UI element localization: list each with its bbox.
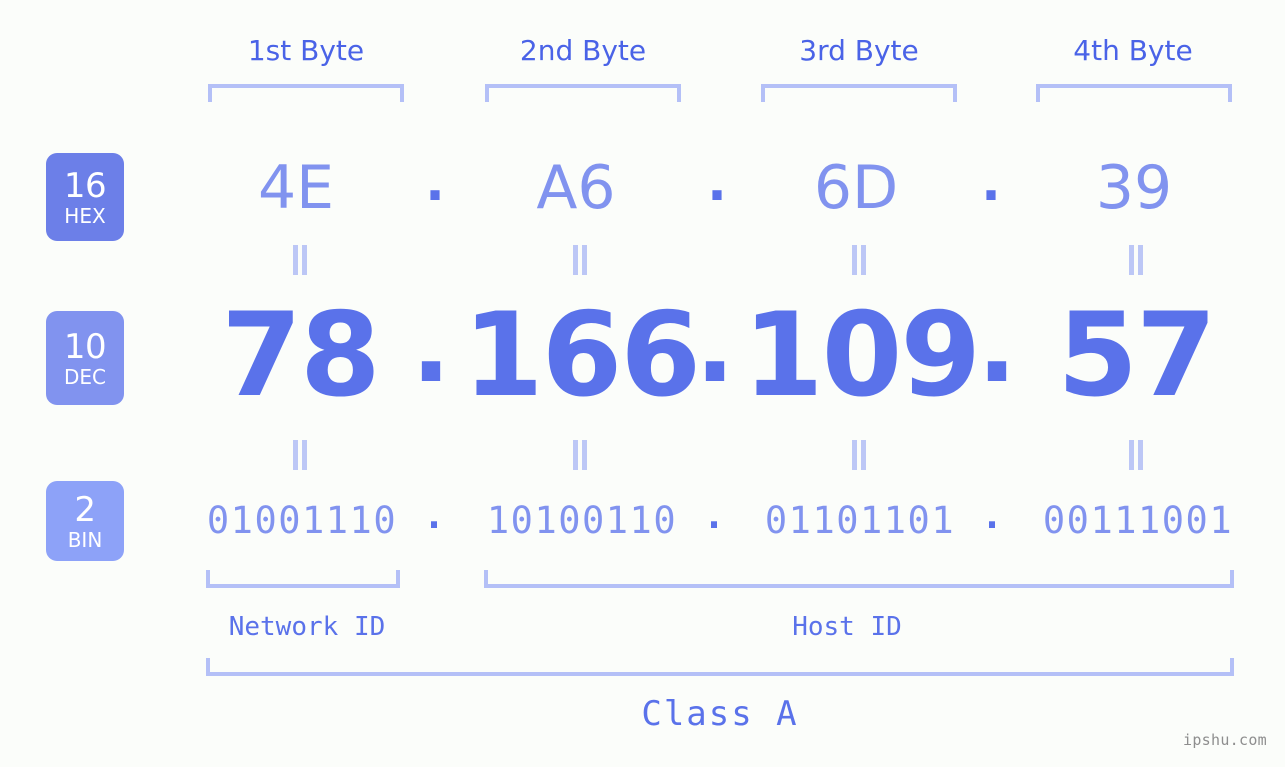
bin-separator-3: .: [980, 494, 1004, 537]
dec-separator-1: .: [411, 284, 451, 406]
equals-mark-hex-dec-1: [288, 245, 312, 275]
base-badge-hex-number: 16: [63, 165, 107, 206]
network-id-bracket: [206, 570, 400, 588]
byte-label-1: 1st Byte: [247, 34, 365, 67]
equals-mark-hex-dec-2: [568, 245, 592, 275]
equals-mark-dec-bin-1: [288, 440, 312, 470]
byte-label-2: 2nd Byte: [519, 34, 647, 67]
host-id-label: Host ID: [792, 612, 902, 642]
equals-mark-hex-dec-4: [1124, 245, 1148, 275]
hex-separator-1: .: [425, 153, 445, 213]
class-bracket: [206, 658, 1234, 676]
network-id-label: Network ID: [228, 612, 386, 642]
site-watermark: ipshu.com: [1183, 731, 1267, 749]
bin-octet-4: 00111001: [1042, 499, 1234, 542]
byte-bracket-4: [1036, 84, 1232, 102]
equals-mark-dec-bin-3: [847, 440, 871, 470]
base-badge-dec: 10 DEC: [46, 311, 124, 405]
bin-octet-3: 01101101: [764, 499, 956, 542]
byte-bracket-3: [761, 84, 957, 102]
hex-separator-3: .: [981, 153, 1001, 213]
base-badge-bin-name: BIN: [67, 527, 103, 552]
equals-mark-dec-bin-4: [1124, 440, 1148, 470]
hex-octet-3: 6D: [813, 153, 899, 223]
hex-separator-2: .: [707, 153, 727, 213]
dec-octet-2: 166: [462, 288, 701, 423]
byte-bracket-1: [208, 84, 404, 102]
dec-octet-3: 109: [742, 288, 981, 423]
dec-separator-2: .: [695, 284, 735, 406]
equals-mark-dec-bin-2: [568, 440, 592, 470]
byte-label-4: 4th Byte: [1073, 34, 1193, 67]
bin-octet-1: 01001110: [206, 499, 398, 542]
bin-separator-1: .: [422, 494, 446, 537]
dec-octet-4: 57: [1057, 288, 1216, 423]
hex-octet-4: 39: [1095, 153, 1173, 223]
base-badge-hex: 16 HEX: [46, 153, 124, 241]
dec-octet-1: 78: [221, 288, 380, 423]
dec-separator-3: .: [977, 284, 1017, 406]
base-badge-bin-number: 2: [74, 489, 96, 530]
equals-mark-hex-dec-3: [847, 245, 871, 275]
bin-octet-2: 10100110: [486, 499, 678, 542]
base-badge-dec-number: 10: [63, 326, 107, 367]
byte-label-3: 3rd Byte: [799, 34, 919, 67]
hex-octet-2: A6: [536, 153, 616, 223]
ip-breakdown-diagram: 1st Byte 2nd Byte 3rd Byte 4th Byte 16 H…: [0, 0, 1285, 767]
hex-octet-1: 4E: [257, 153, 335, 223]
base-badge-hex-name: HEX: [64, 203, 106, 228]
byte-bracket-2: [485, 84, 681, 102]
class-label: Class A: [641, 694, 799, 734]
base-badge-bin: 2 BIN: [46, 481, 124, 561]
base-badge-dec-name: DEC: [63, 364, 106, 389]
bin-separator-2: .: [702, 494, 726, 537]
host-id-bracket: [484, 570, 1234, 588]
